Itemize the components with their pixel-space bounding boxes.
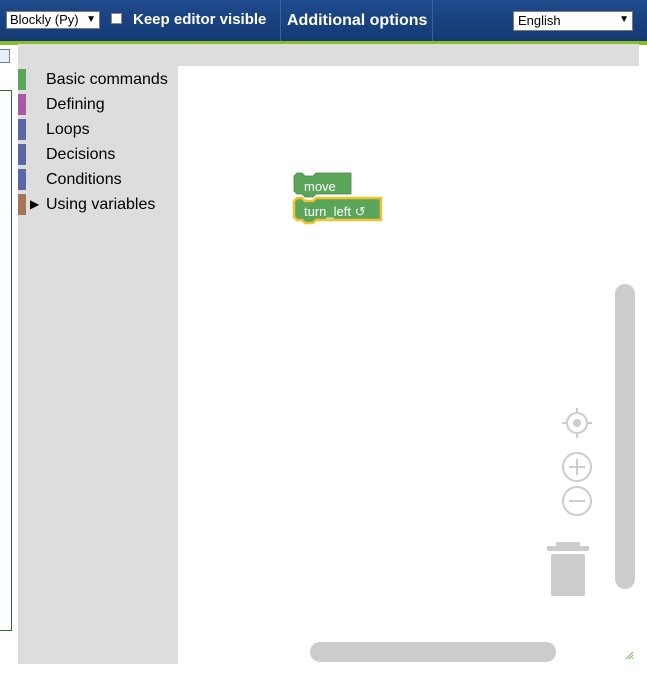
category-color-bar bbox=[18, 194, 26, 215]
left-panel bbox=[0, 90, 12, 631]
category-color-bar bbox=[18, 169, 26, 190]
category-color-bar bbox=[18, 69, 26, 90]
category-loops[interactable]: Loops bbox=[18, 119, 178, 140]
toolbox: Basic commands Defining Loops Decisions … bbox=[18, 66, 178, 664]
category-label: Defining bbox=[46, 96, 105, 113]
chevron-down-icon: ▼ bbox=[86, 14, 96, 25]
additional-options-button[interactable]: Additional options bbox=[287, 12, 427, 30]
language-select[interactable]: English ▼ bbox=[513, 11, 633, 31]
category-color-bar bbox=[18, 94, 26, 115]
mode-select-value: Blockly (Py) bbox=[10, 12, 79, 27]
keep-editor-visible-label[interactable]: Keep editor visible bbox=[133, 11, 266, 29]
resize-handle-icon[interactable] bbox=[624, 650, 634, 660]
category-conditions[interactable]: Conditions bbox=[18, 169, 178, 190]
move-block-label: move bbox=[304, 179, 336, 194]
category-color-bar bbox=[18, 119, 26, 140]
category-basic-commands[interactable]: Basic commands bbox=[18, 69, 178, 90]
crosshair-icon[interactable] bbox=[562, 408, 592, 438]
category-label: Using variables bbox=[46, 196, 156, 213]
expand-triangle-icon[interactable]: ▶ bbox=[30, 197, 39, 211]
workspace[interactable]: move turn_left ↺ bbox=[178, 66, 639, 664]
category-label: Decisions bbox=[46, 146, 116, 163]
category-label: Loops bbox=[46, 121, 90, 138]
blockly-editor: Basic commands Defining Loops Decisions … bbox=[18, 44, 639, 664]
mode-select[interactable]: Blockly (Py) ▼ bbox=[6, 11, 100, 29]
zoom-in-icon[interactable] bbox=[562, 452, 592, 482]
category-color-bar bbox=[18, 144, 26, 165]
zoom-out-icon[interactable] bbox=[562, 486, 592, 516]
category-decisions[interactable]: Decisions bbox=[18, 144, 178, 165]
language-select-value: English bbox=[518, 13, 561, 28]
chevron-down-icon: ▼ bbox=[619, 14, 629, 25]
divider bbox=[280, 0, 281, 41]
trash-icon[interactable] bbox=[547, 542, 589, 596]
horizontal-scrollbar[interactable] bbox=[310, 642, 556, 662]
top-bar: Blockly (Py) ▼ Keep editor visible Addit… bbox=[0, 0, 647, 41]
category-label: Conditions bbox=[46, 171, 122, 188]
vertical-scrollbar[interactable] bbox=[615, 284, 635, 589]
divider bbox=[432, 0, 433, 41]
category-label: Basic commands bbox=[46, 71, 168, 88]
editor-toggle-icon[interactable] bbox=[0, 49, 10, 63]
category-defining[interactable]: Defining bbox=[18, 94, 178, 115]
keep-editor-visible-checkbox[interactable] bbox=[111, 13, 122, 24]
turn-left-block-label: turn_left ↺ bbox=[304, 204, 365, 219]
category-using-variables[interactable]: ▶ Using variables bbox=[18, 194, 178, 215]
block-canvas: move turn_left ↺ bbox=[292, 172, 592, 596]
